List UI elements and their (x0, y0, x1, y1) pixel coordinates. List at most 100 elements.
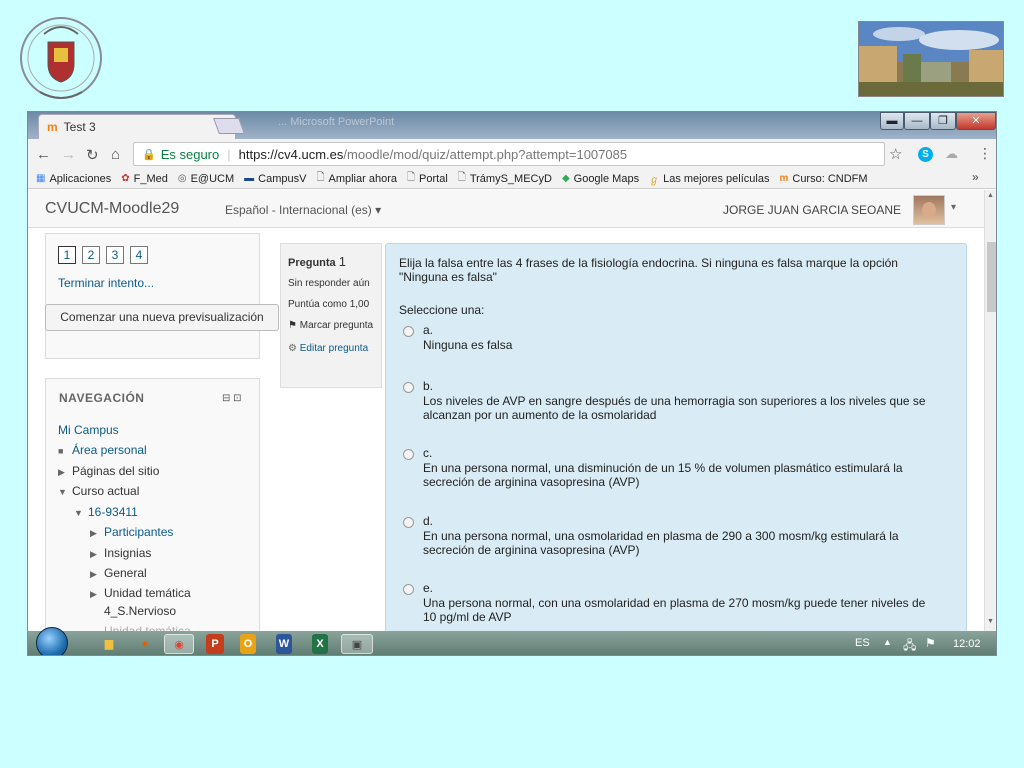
action-center-flag-icon[interactable]: ⚑ (925, 636, 936, 650)
windows-taskbar: ▆ ● ◉ P O W X ▣ ES ▲ 🖧 ⚑ 12:02 (28, 627, 996, 655)
sidebar-item-6[interactable]: ▶ Insignias (90, 546, 151, 560)
radio-button[interactable] (403, 584, 414, 595)
sidebar-item-4[interactable]: ▼ 16-93411 (74, 505, 138, 519)
url-path: /moodle/mod/quiz/attempt.php?attempt=100… (343, 146, 628, 162)
sidebar-item-label: Unidad temática (104, 586, 191, 600)
quiz-nav-question-2[interactable]: 2 (82, 246, 100, 264)
cloud-extension-icon[interactable]: ☁ (945, 146, 958, 162)
network-icon[interactable]: 🖧 (903, 636, 916, 655)
sidebar-item-0[interactable]: Mi Campus (58, 423, 119, 437)
new-tab-button[interactable] (213, 118, 245, 134)
radio-button[interactable] (403, 517, 414, 528)
sidebar-item-2[interactable]: ▶ Páginas del sitio (58, 464, 159, 478)
lock-icon: 🔒 (142, 148, 156, 161)
window-extra-button[interactable]: ▬ (880, 112, 904, 130)
word-icon[interactable]: W (276, 634, 292, 654)
vertical-scrollbar[interactable]: ▲ ▼ (984, 190, 996, 631)
close-window-button[interactable]: ✕ (956, 112, 996, 130)
answer-option-d[interactable]: d. En una persona normal, una osmolarida… (403, 514, 933, 559)
gear-icon: ⚙ (288, 342, 300, 354)
answer-option-e[interactable]: e. Una persona normal, con una osmolarid… (403, 581, 933, 626)
sidebar-item-5[interactable]: ▶ Participantes (90, 525, 173, 539)
chrome-icon[interactable]: ◉ (164, 634, 194, 654)
browser-menu-icon[interactable]: ⋮ (978, 145, 992, 162)
site-brand[interactable]: CVUCM-Moodle29 (45, 200, 179, 218)
user-name[interactable]: JORGE JUAN GARCIA SEOANE (723, 203, 901, 217)
radio-button[interactable] (403, 382, 414, 393)
sidebar-item-label: Insignias (104, 546, 152, 560)
quiz-nav-question-1[interactable]: 1 (58, 246, 76, 264)
navigation-title: NAVEGACIÓN (59, 391, 145, 405)
bookmark-tramys-mecyd[interactable]: 🗋 TrámyS_MECyD (458, 170, 552, 187)
excel-icon[interactable]: X (312, 634, 328, 654)
maximize-button[interactable]: ❐ (930, 112, 956, 130)
chevron-right-icon: ▶ (90, 528, 97, 538)
sidebar-item-8[interactable]: ▶ Unidad temática (90, 586, 191, 600)
sidebar-item-label: Páginas del sitio (72, 464, 160, 478)
firefox-icon[interactable]: ● (131, 634, 159, 654)
avatar[interactable] (913, 195, 945, 225)
sidebar-item-9[interactable]: 4_S.Nervioso (104, 604, 176, 618)
system-clock[interactable]: 12:02 (953, 638, 981, 650)
bookmark-google-maps[interactable]: ◆ Google Maps (562, 173, 639, 185)
new-preview-button[interactable]: Comenzar una nueva previsualización (45, 304, 279, 331)
scrollbar-thumb[interactable] (987, 242, 996, 312)
reload-icon[interactable]: ↻ (86, 146, 99, 164)
bookmark-curso-cndfm[interactable]: m Curso: CNDFM (779, 173, 867, 185)
bookmark-aplicaciones[interactable]: ▦ Aplicaciones (36, 173, 111, 185)
minimize-button[interactable]: — (904, 112, 930, 130)
sidebar-item-1[interactable]: ■ Área personal (58, 443, 147, 457)
quiz-nav-question-4[interactable]: 4 (130, 246, 148, 264)
bookmark-portal[interactable]: 🗋 Portal (407, 170, 448, 187)
tab-title: Test 3 (63, 120, 96, 134)
user-menu-chevron-down-icon[interactable]: ▾ (951, 202, 956, 213)
input-language-indicator[interactable]: ES (855, 637, 870, 649)
answer-option-b[interactable]: b. Los niveles de AVP en sangre después … (403, 379, 933, 424)
home-icon[interactable]: ⌂ (111, 146, 120, 163)
flag-question-link[interactable]: ⚑ Marcar pregunta (288, 318, 374, 333)
scroll-up-icon[interactable]: ▲ (987, 192, 994, 199)
finish-attempt-link[interactable]: Terminar intento... (58, 276, 154, 290)
sidebar-item-label: Mi Campus (58, 423, 119, 437)
start-button[interactable] (36, 627, 68, 655)
tab-test-3[interactable]: m Test 3 × (38, 114, 236, 139)
chevron-right-icon: ▶ (90, 569, 97, 579)
language-menu[interactable]: Español - Internacional (es) ▾ (225, 203, 381, 217)
bookmarks-more-button[interactable]: » (972, 170, 979, 184)
block-dock-icons[interactable]: ⊟ ⊡ (222, 393, 242, 404)
page-icon: 🗋 (457, 172, 466, 183)
outlook-icon[interactable]: O (240, 634, 256, 654)
chevron-right-icon: ▶ (90, 549, 97, 559)
powerpoint-icon[interactable]: P (206, 634, 224, 654)
bookmark-star-icon[interactable]: ☆ (889, 145, 902, 163)
url-bar[interactable]: 🔒 Es seguro | https://cv4.ucm.es/moodle/… (133, 142, 885, 166)
forward-arrow-icon[interactable]: → (61, 146, 76, 163)
bookmark-f-med[interactable]: ✿ F_Med (121, 173, 168, 185)
bookmark-ampliar-ahora[interactable]: 🗋 Ampliar ahora (316, 170, 397, 187)
edit-question-link[interactable]: ⚙ Editar pregunta (288, 341, 374, 356)
answer-option-a[interactable]: a. Ninguna es falsa (403, 323, 933, 354)
bookmark-mejores-peliculas[interactable]: ℊ Las mejores películas (649, 171, 769, 187)
moodle-header: CVUCM-Moodle29 Español - Internacional (… (28, 190, 984, 228)
show-hidden-icons-icon[interactable]: ▲ (883, 637, 892, 647)
sidebar-item-3[interactable]: ▼ Curso actual (58, 484, 139, 498)
chevron-down-icon: ▼ (74, 508, 83, 518)
sidebar-item-label: General (104, 566, 147, 580)
sidebar-item-7[interactable]: ▶ General (90, 566, 147, 580)
presentation-icon[interactable]: ▣ (341, 634, 373, 654)
radio-button[interactable] (403, 449, 414, 460)
maps-pin-icon: ◆ (561, 173, 570, 184)
answer-option-c[interactable]: c. En una persona normal, una disminució… (403, 446, 933, 491)
browser-window: ... Microsoft PowerPoint m Test 3 × ▬ — … (27, 111, 997, 656)
explorer-folder-icon[interactable]: ▆ (95, 634, 123, 654)
address-toolbar: ← → ↻ ⌂ 🔒 Es seguro | https://cv4.ucm.es… (28, 139, 996, 169)
bookmarks-bar: ▦ Aplicaciones ✿ F_Med ◎ E@UCM ▬ CampusV 🗋 Am… (28, 169, 996, 189)
skype-extension-icon[interactable]: S (918, 147, 933, 162)
radio-button[interactable] (403, 326, 414, 337)
bookmark-e-ucm[interactable]: ◎ E@UCM (178, 173, 234, 185)
select-prompt: Seleccione una: (399, 303, 485, 317)
quiz-nav-question-3[interactable]: 3 (106, 246, 124, 264)
scroll-down-icon[interactable]: ▼ (987, 618, 994, 625)
back-arrow-icon[interactable]: ← (36, 146, 51, 163)
bookmark-campusv[interactable]: ▬ CampusV (244, 173, 306, 185)
